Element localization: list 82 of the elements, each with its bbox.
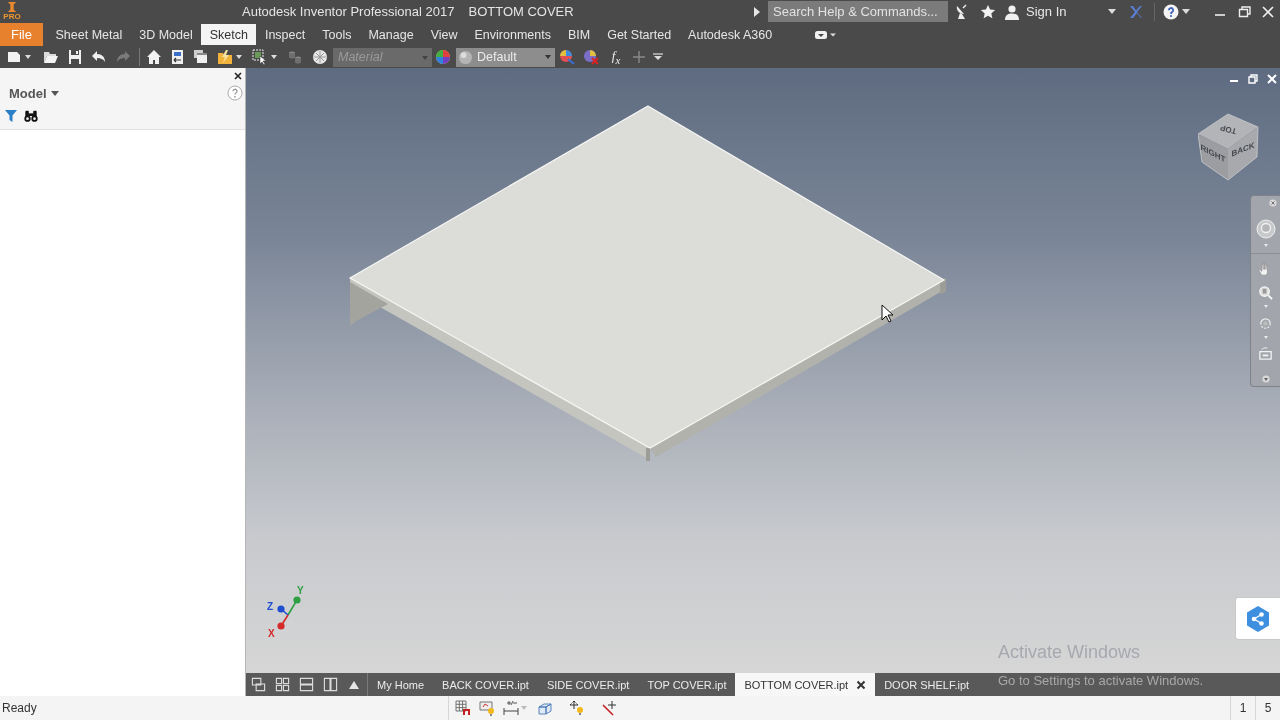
home-icon[interactable] xyxy=(146,49,162,65)
new-document-icon[interactable] xyxy=(6,49,22,65)
caret-right-icon[interactable] xyxy=(754,6,760,17)
window-title: Autodesk Inventor Professional 2017 xyxy=(242,4,455,19)
ribbon-tab[interactable]: Get Started xyxy=(598,24,680,45)
tile-windows-icon[interactable] xyxy=(275,677,290,692)
ribbon-tab[interactable]: Sketch xyxy=(201,24,257,45)
vertical-split-icon[interactable] xyxy=(323,677,338,692)
search-field[interactable]: Search Help & Commands... xyxy=(768,1,948,22)
display-bulb-icon[interactable] xyxy=(479,700,495,716)
caret-up-icon[interactable] xyxy=(349,680,359,689)
caret-down-icon[interactable] xyxy=(271,55,277,59)
star-icon[interactable] xyxy=(980,3,996,20)
open-folder-icon[interactable] xyxy=(43,49,59,65)
edition-label: PRO xyxy=(3,12,21,21)
save-icon[interactable] xyxy=(67,49,83,65)
share-button[interactable] xyxy=(1235,597,1280,640)
axis-label: X xyxy=(268,628,275,639)
help-icon[interactable] xyxy=(1163,3,1179,20)
filter-icon[interactable] xyxy=(4,109,18,123)
caret-down-icon[interactable] xyxy=(236,55,242,59)
ribbon-tab[interactable]: 3D Model xyxy=(130,24,202,45)
sign-in-button[interactable]: Sign In xyxy=(1024,4,1108,19)
caret-down-icon[interactable] xyxy=(25,55,31,59)
box-icon[interactable] xyxy=(537,700,553,716)
panel-toggle-icon[interactable] xyxy=(814,29,837,40)
ribbon-tab[interactable]: Environments xyxy=(466,24,560,45)
document-tab[interactable]: BACK COVER.ipt xyxy=(433,673,538,696)
caret-down-icon[interactable] xyxy=(1108,9,1116,14)
line-move-icon[interactable] xyxy=(601,700,617,716)
stacked-windows-icon[interactable] xyxy=(193,49,209,65)
document-tab[interactable]: DOOR SHELF.ipt xyxy=(875,673,979,696)
activation-message: Go to Settings to activate Windows. xyxy=(998,673,1204,688)
clear-appearance-icon[interactable] xyxy=(583,49,599,65)
binoculars-icon[interactable] xyxy=(24,109,38,123)
axis-triad-icon xyxy=(277,596,301,630)
dimension-icon[interactable] xyxy=(503,700,519,716)
project-folder-icon[interactable] xyxy=(217,49,233,65)
document-tab[interactable]: SIDE COVER.ipt xyxy=(537,673,639,696)
status-text: Ready xyxy=(1,701,38,715)
view-cube[interactable] xyxy=(1198,113,1259,181)
cascade-windows-icon[interactable] xyxy=(251,677,266,692)
logo-icon[interactable] xyxy=(6,2,18,12)
ribbon-tab[interactable]: Sheet Metal xyxy=(47,24,131,45)
cylinders-icon[interactable] xyxy=(287,49,303,65)
ribbon-tab[interactable]: Inspect xyxy=(256,24,314,45)
sphere-icon xyxy=(458,49,473,65)
ribbon-tab[interactable]: Tools xyxy=(313,24,360,45)
cursor-icon xyxy=(881,304,894,323)
color-wheel-icon[interactable] xyxy=(435,49,451,65)
user-icon[interactable] xyxy=(1004,3,1020,20)
share-icon xyxy=(1246,605,1270,632)
caret-down-icon xyxy=(50,90,59,96)
status-count: 1 xyxy=(1230,696,1255,720)
ribbon-tab[interactable]: BIM xyxy=(559,24,599,45)
document-tab[interactable]: BOTTOM COVER.ipt xyxy=(735,673,876,696)
move-bulb-icon[interactable] xyxy=(569,700,585,716)
sphere-icon[interactable] xyxy=(312,49,328,65)
restore-icon[interactable] xyxy=(1247,73,1259,85)
ribbon-tab[interactable]: Autodesk A360 xyxy=(679,24,781,45)
caret-down-icon[interactable] xyxy=(1261,375,1270,383)
close-icon[interactable] xyxy=(234,72,242,80)
caret-down-icon[interactable] xyxy=(545,55,551,59)
document-tab[interactable]: My Home xyxy=(368,673,434,696)
satellite-dish-icon[interactable] xyxy=(954,3,970,20)
axis-label: Y xyxy=(297,585,304,596)
model-dropdown[interactable]: Model xyxy=(8,85,60,101)
close-icon[interactable] xyxy=(856,679,867,690)
document-tab[interactable]: TOP COVER.ipt xyxy=(638,673,736,696)
status-count: 5 xyxy=(1255,696,1280,720)
color-picker-icon[interactable] xyxy=(559,49,575,65)
ribbon-tab[interactable]: View xyxy=(422,24,466,45)
caret-down-icon[interactable] xyxy=(1182,9,1190,14)
horizontal-split-icon[interactable] xyxy=(299,677,314,692)
ribbon-tab[interactable]: Manage xyxy=(359,24,423,45)
selection-icon[interactable] xyxy=(252,49,268,65)
axis-label: Z xyxy=(267,601,274,612)
document-title: BOTTOM COVER xyxy=(468,4,574,19)
customize-icon[interactable] xyxy=(653,53,663,61)
view-cube-label[interactable]: TOP xyxy=(1219,122,1238,136)
grid-magnet-icon[interactable] xyxy=(455,700,471,716)
parameters-button[interactable]: f$_{x}$ xyxy=(607,48,625,66)
